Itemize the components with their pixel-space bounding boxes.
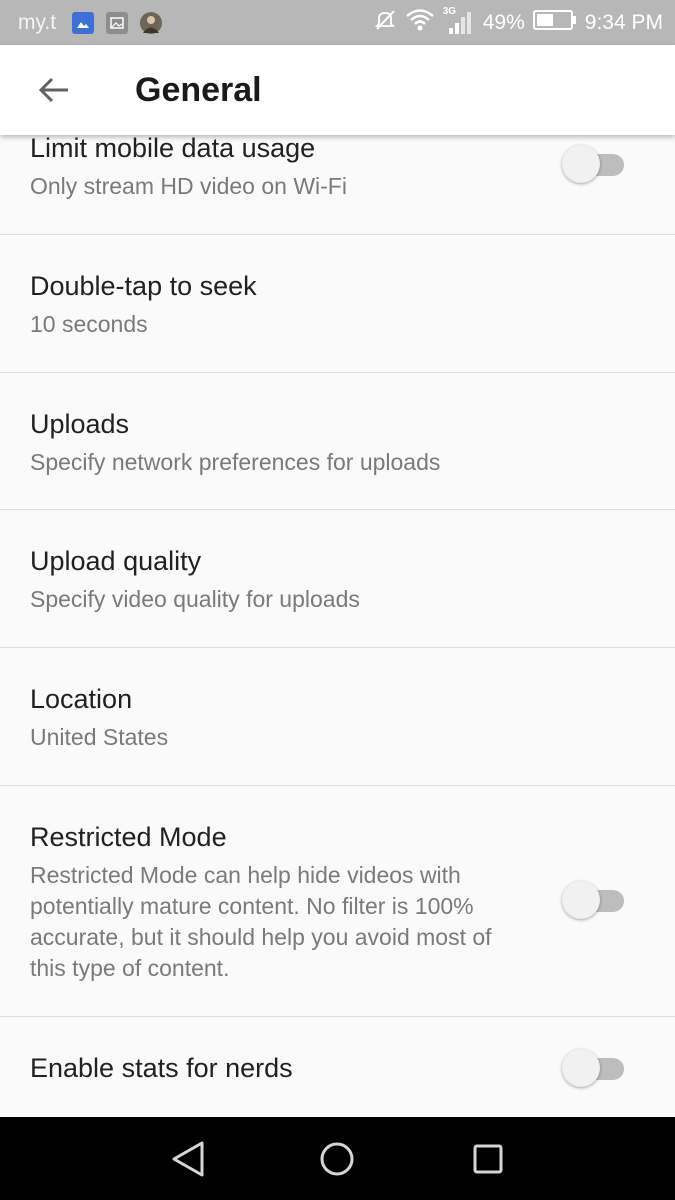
setting-subtitle: Specify network preferences for uploads	[30, 449, 441, 475]
setting-enable-stats-for-nerds[interactable]: Enable stats for nerds	[0, 1017, 675, 1117]
setting-uploads[interactable]: Uploads Specify network preferences for …	[0, 373, 675, 510]
status-bar: my.t 3G 49% 9:34 PM	[0, 0, 675, 45]
signal-icon: 3G	[443, 6, 475, 36]
setting-restricted-mode[interactable]: Restricted Mode Restricted Mode can help…	[0, 786, 675, 1017]
setting-title: Uploads	[30, 409, 130, 439]
back-button[interactable]	[29, 65, 79, 115]
battery-percent: 49%	[482, 10, 525, 34]
setting-title: Restricted Mode	[30, 822, 227, 852]
nav-back-button[interactable]	[166, 1137, 210, 1181]
setting-double-tap-to-seek[interactable]: Double-tap to seek 10 seconds	[0, 235, 675, 373]
wifi-icon	[405, 8, 435, 37]
navigation-bar	[0, 1117, 675, 1200]
settings-list: Limit mobile data usage Only stream HD v…	[0, 135, 675, 1117]
nav-home-button[interactable]	[315, 1137, 359, 1181]
toggle-thumb	[562, 1049, 600, 1087]
setting-location[interactable]: Location United States	[0, 648, 675, 786]
recents-square-icon	[473, 1144, 503, 1174]
clock: 9:34 PM	[584, 10, 663, 34]
back-triangle-icon	[172, 1141, 204, 1177]
setting-subtitle: United States	[30, 724, 169, 750]
setting-subtitle: Restricted Mode can help hide videos wit…	[30, 862, 492, 981]
page-title: General	[135, 70, 262, 109]
status-left: my.t	[18, 10, 163, 35]
setting-title: Enable stats for nerds	[30, 1053, 293, 1083]
setting-title: Limit mobile data usage	[30, 135, 316, 163]
carrier-name: my.t	[18, 10, 57, 34]
arrow-back-icon	[38, 77, 68, 103]
nav-recents-button[interactable]	[466, 1137, 510, 1181]
image-notification-icon	[72, 11, 95, 34]
toggle-thumb	[562, 145, 600, 183]
setting-subtitle: Only stream HD video on Wi-Fi	[30, 173, 347, 199]
battery-icon	[532, 9, 577, 36]
home-circle-icon	[320, 1142, 354, 1176]
avatar-notification-icon	[140, 11, 163, 34]
stats-for-nerds-toggle[interactable]	[562, 1049, 626, 1089]
app-bar: General	[0, 45, 675, 135]
setting-title: Upload quality	[30, 546, 202, 576]
setting-subtitle: 10 seconds	[30, 311, 148, 337]
toggle-thumb	[562, 881, 600, 919]
setting-upload-quality[interactable]: Upload quality Specify video quality for…	[0, 510, 675, 648]
setting-limit-mobile-data[interactable]: Limit mobile data usage Only stream HD v…	[0, 135, 675, 235]
gallery-notification-icon	[106, 11, 129, 34]
setting-title: Location	[30, 684, 133, 714]
mute-icon	[373, 8, 397, 37]
status-right: 3G 49% 9:34 PM	[373, 6, 663, 37]
setting-subtitle: Specify video quality for uploads	[30, 586, 360, 612]
restricted-mode-toggle[interactable]	[562, 881, 626, 921]
setting-title: Double-tap to seek	[30, 271, 257, 301]
limit-mobile-data-toggle[interactable]	[562, 145, 626, 185]
